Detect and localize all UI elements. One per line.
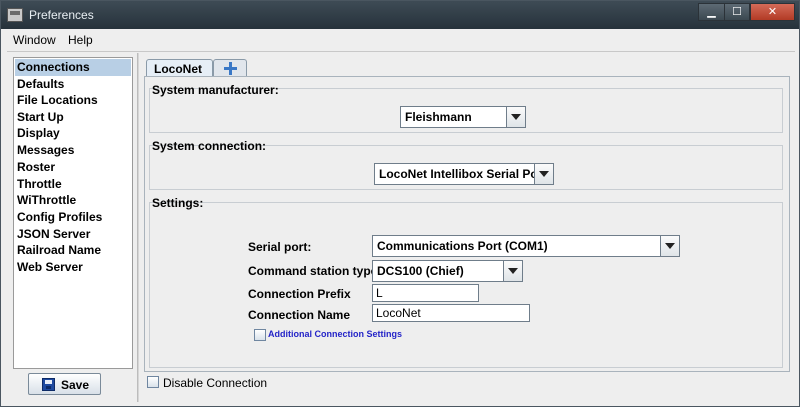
serial-port-select[interactable]: Communications Port (COM1): [372, 235, 680, 257]
chevron-down-icon: [534, 164, 553, 184]
save-button[interactable]: Save: [28, 373, 101, 395]
tab-add-connection[interactable]: [213, 59, 247, 77]
preferences-category-list[interactable]: Connections Defaults File Locations Star…: [13, 57, 133, 369]
window-title: Preferences: [29, 8, 94, 22]
maximize-button[interactable]: ☐: [724, 3, 750, 21]
chevron-down-icon: [506, 107, 525, 127]
settings-label: Settings:: [152, 196, 204, 210]
menu-window[interactable]: Window: [13, 33, 56, 47]
menu-bar: Window Help: [7, 30, 795, 50]
close-icon: ✕: [767, 6, 778, 18]
sidebar-item-start-up[interactable]: Start Up: [15, 109, 131, 126]
connection-prefix-input[interactable]: L: [372, 284, 479, 302]
disable-connection-label[interactable]: Disable Connection: [163, 376, 267, 390]
close-button[interactable]: ✕: [750, 3, 795, 21]
sidebar-item-display[interactable]: Display: [15, 125, 131, 142]
connection-name-input[interactable]: LocoNet: [372, 304, 530, 322]
tab-loconet-label: LocoNet: [154, 62, 202, 76]
connection-name-label: Connection Name: [248, 308, 351, 322]
save-button-label: Save: [61, 378, 90, 392]
app-icon: [7, 8, 23, 22]
sidebar-item-defaults[interactable]: Defaults: [15, 76, 131, 93]
maximize-icon: ☐: [732, 6, 742, 18]
title-bar[interactable]: Preferences ▁ ☐ ✕: [1, 1, 799, 29]
connection-panel: System manufacturer: Fleishmann System c…: [144, 76, 790, 372]
serial-port-value: Communications Port (COM1): [377, 239, 548, 253]
additional-settings-label[interactable]: Additional Connection Settings: [268, 329, 402, 339]
preferences-window: Preferences ▁ ☐ ✕ Window Help Connection…: [0, 0, 800, 407]
disable-connection-checkbox[interactable]: [147, 376, 159, 388]
serial-port-label: Serial port:: [248, 240, 312, 254]
command-station-type-value: DCS100 (Chief): [377, 264, 464, 278]
system-connection-label: System connection:: [152, 139, 267, 153]
sidebar-item-web-server[interactable]: Web Server: [15, 259, 131, 276]
connection-prefix-label: Connection Prefix: [248, 287, 351, 301]
sidebar-item-railroad-name[interactable]: Railroad Name: [15, 242, 131, 259]
plus-icon: [224, 62, 237, 75]
additional-settings-checkbox[interactable]: [254, 329, 266, 341]
command-station-type-select[interactable]: DCS100 (Chief): [372, 260, 523, 282]
tab-loconet[interactable]: LocoNet: [146, 59, 213, 77]
sidebar-item-connections[interactable]: Connections: [15, 59, 131, 76]
split-pane-divider[interactable]: [137, 53, 139, 402]
sidebar-item-withrottle[interactable]: WiThrottle: [15, 192, 131, 209]
floppy-disk-icon: [42, 378, 55, 391]
sidebar-item-config-profiles[interactable]: Config Profiles: [15, 209, 131, 226]
sidebar-item-file-locations[interactable]: File Locations: [15, 92, 131, 109]
sidebar-item-throttle[interactable]: Throttle: [15, 176, 131, 193]
menu-divider: [7, 51, 795, 52]
system-manufacturer-select[interactable]: Fleishmann: [400, 106, 526, 128]
minimize-icon: ▁: [707, 6, 716, 18]
system-connection-select[interactable]: LocoNet Intellibox Serial Port: [374, 163, 554, 185]
sidebar-item-json-server[interactable]: JSON Server: [15, 226, 131, 243]
chevron-down-icon: [660, 236, 679, 256]
system-manufacturer-label: System manufacturer:: [152, 83, 279, 97]
minimize-button[interactable]: ▁: [698, 3, 725, 21]
menu-help[interactable]: Help: [68, 33, 93, 47]
sidebar-item-messages[interactable]: Messages: [15, 142, 131, 159]
command-station-type-label: Command station type:: [248, 264, 382, 278]
chevron-down-icon: [503, 261, 522, 281]
system-manufacturer-value: Fleishmann: [405, 110, 472, 124]
sidebar-item-roster[interactable]: Roster: [15, 159, 131, 176]
system-connection-value: LocoNet Intellibox Serial Port: [379, 167, 547, 181]
